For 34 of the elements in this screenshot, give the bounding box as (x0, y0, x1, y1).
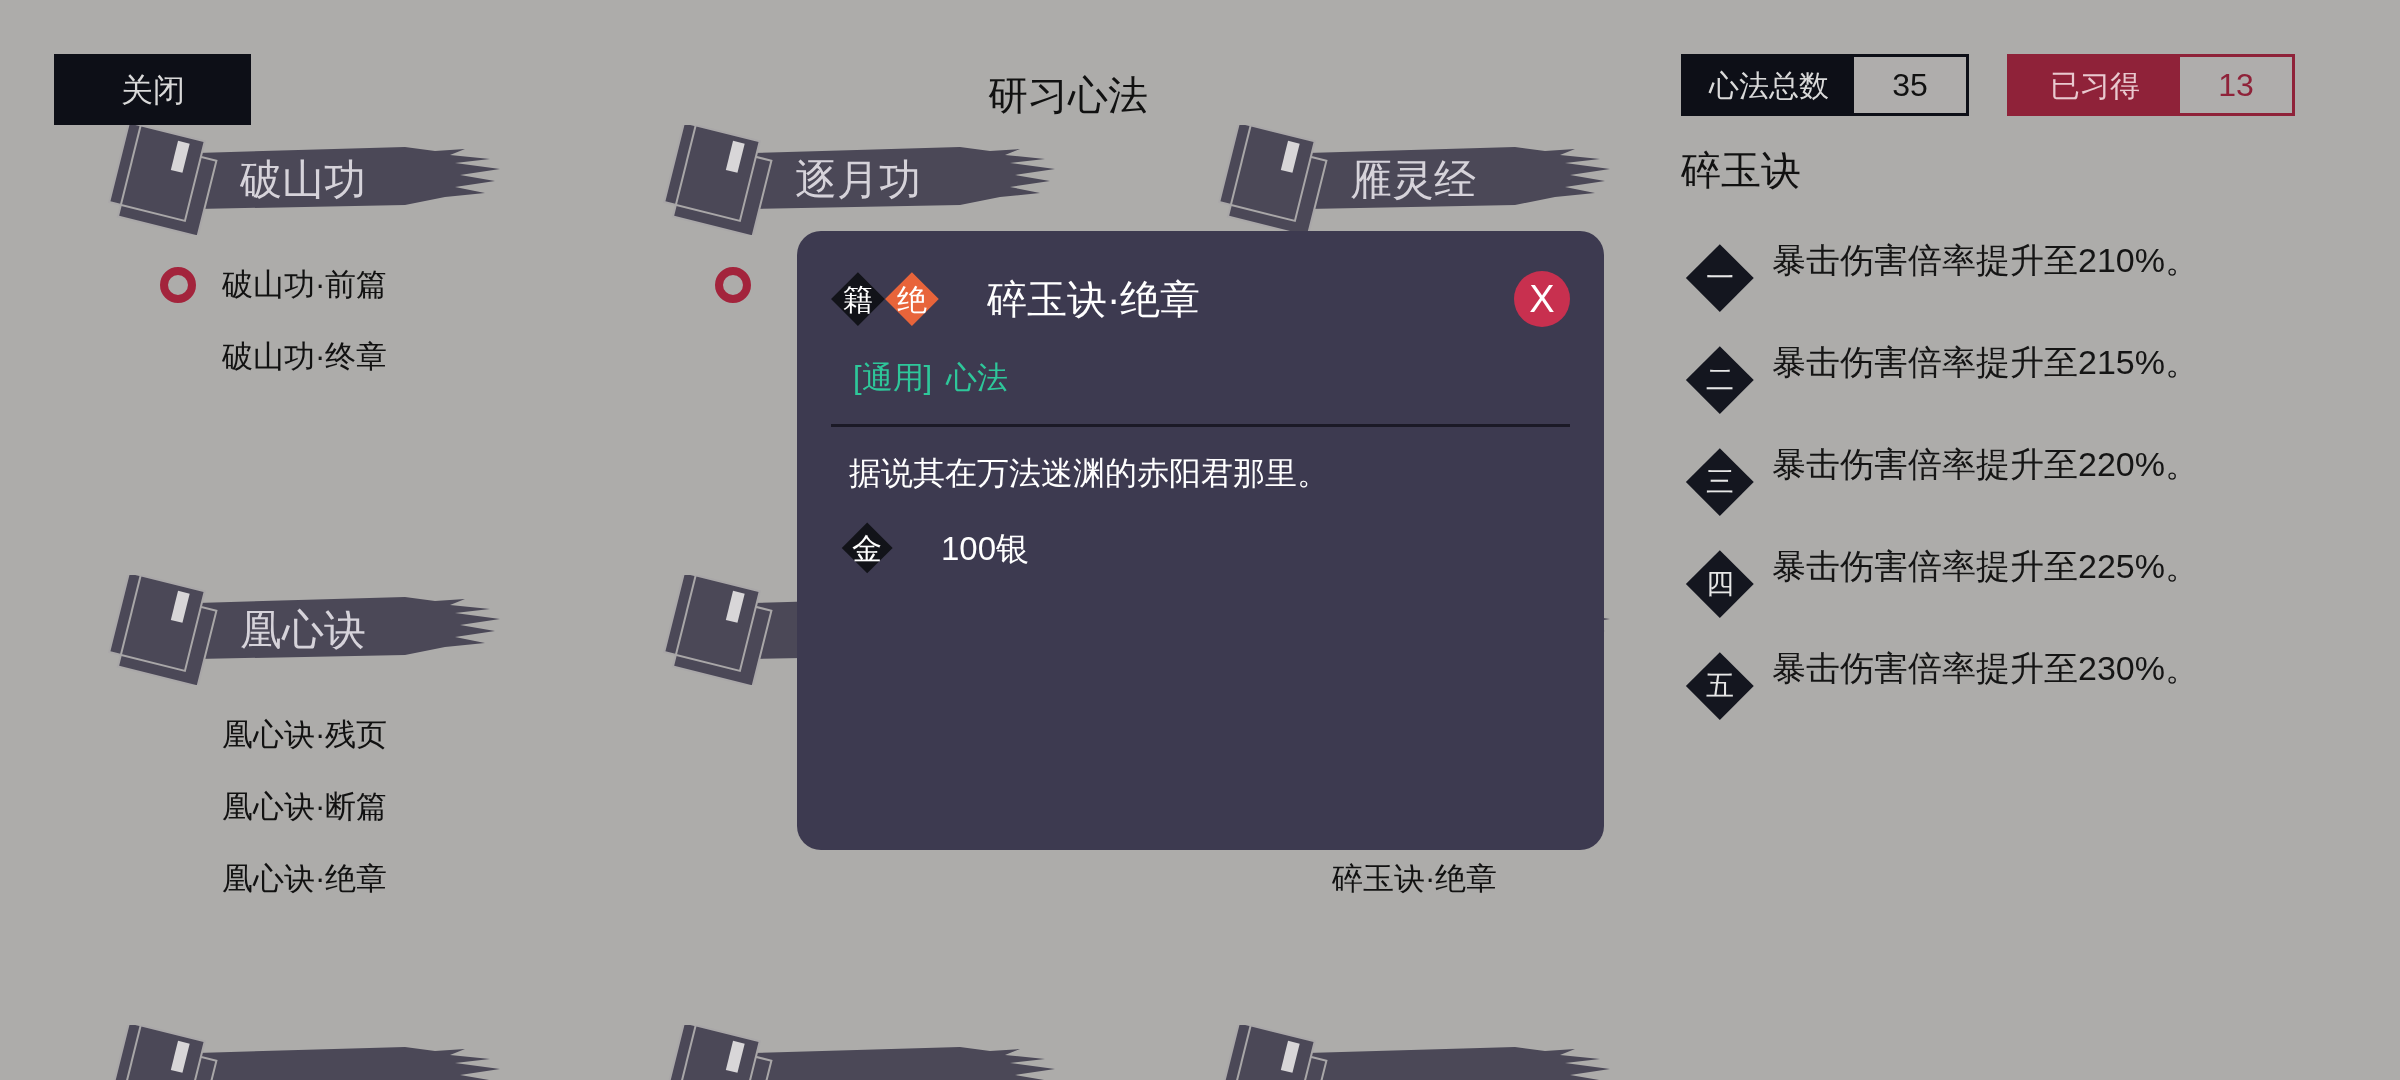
scope-tag: [通用] (853, 355, 933, 402)
description-text: 据说其在万法迷渊的赤阳君那里。 (849, 453, 1330, 493)
price-text: 100银 (941, 528, 1030, 569)
rank-badge: 四 (1686, 550, 1754, 618)
page-title: 研习心法 (988, 72, 1148, 119)
technique-name: 碎玉诀 (1681, 147, 1802, 194)
stat-counter: 心法总数 35 (1681, 54, 1969, 116)
rank-badge: 五 (1686, 652, 1754, 720)
section-title: 破山功 (240, 155, 366, 205)
rank-badge: 三 (1686, 448, 1754, 516)
currency-badge: 金 (841, 522, 893, 575)
technique-item[interactable]: 凰心诀·绝章 (222, 855, 388, 903)
technique-item[interactable]: 凰心诀·断篇 (222, 783, 388, 831)
close-button[interactable]: 关闭 (54, 54, 251, 125)
technique-item[interactable]: 凰心诀·残页 (222, 711, 388, 759)
close-button[interactable]: X (1514, 271, 1570, 327)
effect-text: 暴击伤害倍率提升至210%。 (1772, 240, 2199, 281)
section-title: 凰心诀 (240, 605, 366, 655)
effect-text: 暴击伤害倍率提升至225%。 (1772, 546, 2199, 587)
popup-title: 碎玉诀·绝章 (987, 276, 1201, 323)
effect-text: 暴击伤害倍率提升至220%。 (1772, 444, 2199, 485)
effect-text: 暴击伤害倍率提升至230%。 (1772, 648, 2199, 689)
stat-counter: 已习得 13 (2007, 54, 2295, 116)
effect-text: 暴击伤害倍率提升至215%。 (1772, 342, 2199, 383)
tag-badge: 籍 (831, 272, 885, 326)
category-label: 心法 (946, 359, 1009, 397)
technique-item[interactable]: 破山功·前篇 (222, 261, 388, 309)
section-title: 逐月功 (795, 155, 921, 205)
section-title: 雁灵经 (1350, 155, 1476, 205)
tag-badge: 绝 (885, 272, 939, 326)
rank-badge: 一 (1686, 244, 1754, 312)
technique-item[interactable]: 碎玉诀·绝章 (1332, 855, 1498, 903)
technique-item[interactable]: 破山功·终章 (222, 333, 388, 381)
rank-badge: 二 (1686, 346, 1754, 414)
